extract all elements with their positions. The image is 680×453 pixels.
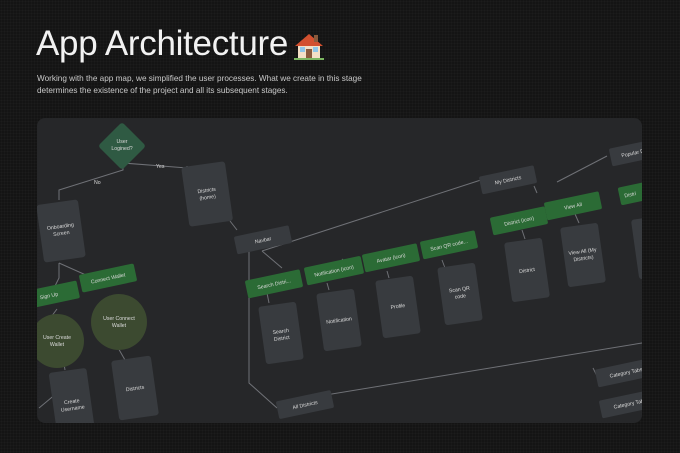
partial-screen-node[interactable] [631, 216, 642, 280]
district-screen-node[interactable]: District [504, 238, 550, 303]
decision-user-logined[interactable]: User Logined? [98, 122, 146, 170]
notification-tab[interactable]: Notification (icon) [304, 256, 364, 286]
create-username-node[interactable]: Create Username [48, 368, 95, 423]
search-district-screen-node[interactable]: Search District [258, 302, 304, 365]
category-tabs-node-1[interactable]: Category Tabs [595, 357, 642, 388]
view-all-screen-node[interactable]: View All (My Districts) [560, 223, 606, 288]
avatar-tab[interactable]: Avatar (icon) [362, 243, 421, 273]
view-all-tab[interactable]: View All [544, 191, 603, 221]
all-districts-node[interactable]: All Districts [276, 390, 335, 419]
onboarding-screen-node[interactable]: Onboarding Screen [37, 199, 86, 263]
user-create-wallet-node[interactable]: User Create Wallet [37, 314, 84, 368]
scan-qr-tab[interactable]: Scan QR code... [420, 230, 479, 260]
popular-districts-node[interactable]: Popular Dis [609, 137, 642, 167]
branch-no-label: No [94, 180, 101, 186]
create-wallet-line-1: User Create [43, 335, 71, 341]
architecture-board[interactable]: User Logined? No Yes Onboarding Screen S… [37, 118, 642, 423]
districts-screen-node[interactable]: Districts [111, 355, 159, 421]
house-icon [294, 29, 325, 69]
my-districts-node[interactable]: My Districts [479, 165, 538, 195]
search-district-tab[interactable]: Search Distri... [245, 269, 304, 299]
page-description: Working with the app map, we simplified … [37, 74, 362, 96]
partial-green-node[interactable]: Distri [617, 176, 642, 206]
create-wallet-line-2: Wallet [50, 342, 65, 348]
profile-screen-node[interactable]: Profile [375, 276, 421, 339]
scan-qr-screen-node[interactable]: Scan QR code [437, 263, 483, 326]
category-tabs-node-2[interactable]: Category Tabs [599, 388, 642, 419]
branch-yes-label: Yes [156, 164, 165, 170]
decision-line-1: User [117, 139, 128, 145]
notification-screen-node[interactable]: Notification [316, 289, 362, 352]
connect-wallet-node[interactable]: Connect Wallet [79, 263, 138, 293]
page-title-text: App Architecture [36, 24, 289, 63]
sign-up-node[interactable]: Sign Up [37, 280, 80, 311]
districts-home-node[interactable]: Districts (home) [181, 161, 233, 227]
district-icon-tab[interactable]: District (icon) [490, 206, 549, 236]
user-connect-wallet-node[interactable]: User Connect Wallet [91, 294, 147, 350]
decision-line-2: Logined? [111, 146, 132, 152]
page-title: App Architecture [36, 24, 325, 69]
connect-wallet-circle-line-2: Wallet [112, 323, 127, 329]
connect-wallet-circle-line-1: User Connect [103, 316, 135, 322]
navbar-node[interactable]: Navbar [234, 225, 293, 255]
